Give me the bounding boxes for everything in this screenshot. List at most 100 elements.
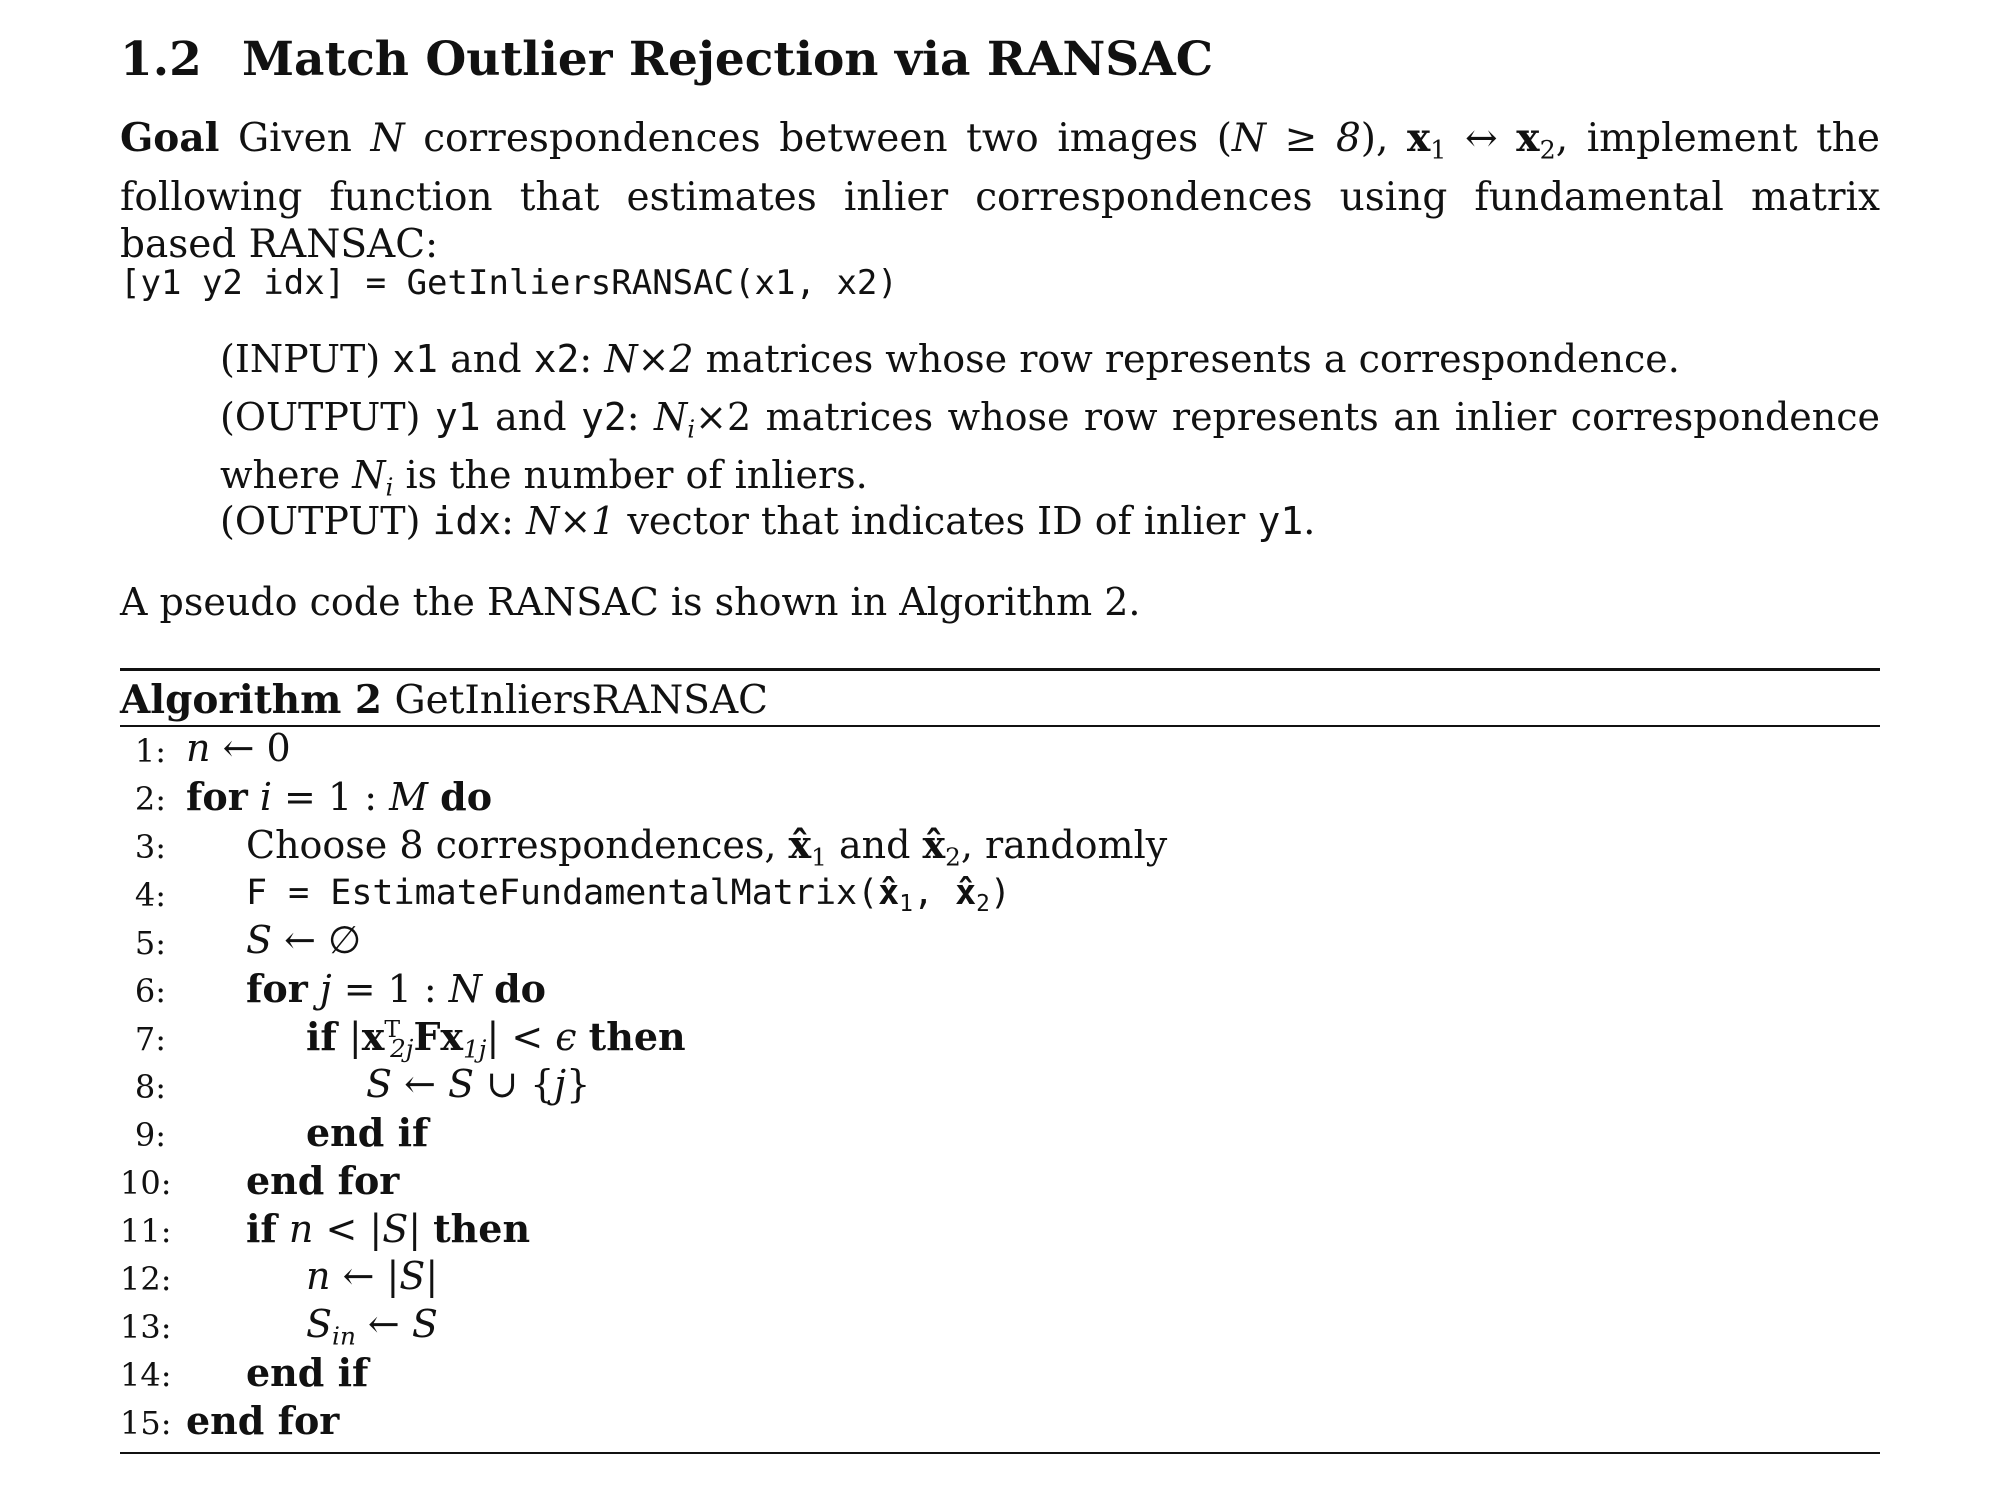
param-text: is the number of inliers.: [393, 453, 868, 498]
math-set: S: [366, 1062, 393, 1106]
math-text: |: [408, 1207, 434, 1251]
param-prefix: (OUTPUT): [220, 395, 435, 439]
line-number: 11:: [120, 1212, 172, 1250]
math-set: S: [448, 1062, 475, 1106]
line-number: 12:: [120, 1260, 172, 1298]
line-content: S ← ∅: [246, 918, 361, 962]
keyword: for: [186, 774, 248, 819]
line-number: 13:: [120, 1308, 172, 1346]
math-set: S: [411, 1302, 438, 1346]
math-var: M: [389, 775, 429, 819]
keyword: do: [494, 966, 547, 1011]
section-number: 1.2: [120, 32, 202, 87]
param-text: vector that indicates ID of inlier: [615, 499, 1258, 543]
keyword: for: [246, 966, 308, 1011]
math-var: N: [370, 116, 405, 161]
math-set: S: [382, 1207, 409, 1251]
line-number: 4:: [134, 876, 166, 914]
math-dims: N×1: [526, 499, 616, 543]
math-subscript: 2: [945, 842, 961, 872]
algorithm-name: GetInliersRANSAC: [394, 678, 768, 723]
code-var: y2: [580, 395, 627, 439]
line-content: Sin ← S: [306, 1302, 438, 1350]
section-title: Match Outlier Rejection via RANSAC: [242, 32, 1214, 87]
math-subscript: in: [332, 1321, 356, 1351]
param-text: matrices whose row represents a correspo…: [693, 337, 1680, 381]
line-content: if |xT2jFx1j| < ϵ then: [306, 1014, 686, 1063]
param-text: :: [579, 337, 605, 381]
code-text: ,: [912, 873, 956, 913]
math-text: ∪ {: [474, 1062, 555, 1106]
line-number: 1:: [134, 732, 166, 770]
line-content: Choose 8 correspondences, x̂1 and x̂2, r…: [246, 822, 1167, 871]
code-text: ): [989, 873, 1011, 913]
math-condition: N ≥ 8: [1231, 116, 1361, 161]
math-text: | <: [486, 1015, 556, 1059]
math-set: S: [399, 1254, 426, 1298]
math-vector: x̂: [878, 873, 900, 913]
math-var: j: [319, 967, 332, 1011]
math-text: |: [425, 1254, 439, 1298]
keyword: end if: [246, 1350, 369, 1395]
math-text: < |: [313, 1207, 383, 1251]
line-content: n ← 0: [186, 726, 291, 770]
section-heading: 1.2 Match Outlier Rejection via RANSAC: [120, 32, 1213, 87]
math-subscript: 2: [1539, 134, 1556, 165]
line-number: 3:: [134, 828, 166, 866]
param-output-idx: (OUTPUT) idx: N×1 vector that indicates …: [220, 498, 1880, 545]
math-vector: x: [361, 1014, 385, 1059]
algorithm-reference: A pseudo code the RANSAC is shown in Alg…: [120, 580, 1141, 624]
math-subscript: i: [687, 414, 696, 444]
math-var: n: [186, 726, 211, 770]
goal-label: Goal: [120, 115, 220, 161]
math-text: |: [336, 1015, 362, 1059]
line-number: 2:: [134, 780, 166, 818]
math-subscript: 1j: [463, 1034, 487, 1064]
param-prefix: (INPUT): [220, 337, 393, 381]
code-var: y1: [434, 395, 481, 439]
algorithm-bottom-rule: [120, 1452, 1880, 1454]
param-text: :: [501, 499, 527, 543]
line-content: if n < |S| then: [246, 1206, 530, 1251]
math-text: ←: [355, 1302, 412, 1346]
keyword: end if: [306, 1110, 429, 1155]
line-text: and: [826, 823, 923, 867]
keyword: then: [588, 1014, 686, 1059]
function-signature: [y1 y2 idx] = GetInliersRANSAC(x1, x2): [120, 263, 898, 303]
line-number: 5:: [134, 924, 166, 962]
math-var: j: [554, 1062, 567, 1106]
math-text: ← ∅: [272, 918, 362, 962]
math-var: N: [448, 967, 482, 1011]
math-var: ϵ: [555, 1015, 577, 1059]
math-subscript: 1: [811, 842, 827, 872]
keyword: do: [440, 774, 493, 819]
algorithm-mid-rule: [120, 725, 1880, 727]
math-var: i: [259, 775, 272, 819]
algorithm-caption: Algorithm 2 GetInliersRANSAC: [120, 677, 768, 723]
math-set: S: [246, 918, 273, 962]
code-var: idx: [432, 499, 502, 543]
goal-text: Given: [219, 116, 371, 161]
math-var: n: [288, 1207, 314, 1251]
math-text: = 1 :: [271, 775, 390, 819]
param-prefix: (OUTPUT): [220, 499, 433, 543]
math-vector: x: [1516, 115, 1540, 161]
line-content: for j = 1 : N do: [246, 966, 546, 1011]
keyword: end for: [186, 1398, 340, 1443]
math-matrix: F: [413, 1014, 441, 1059]
math-subscript: 1: [899, 890, 913, 917]
math-vector: x: [1407, 115, 1431, 161]
goal-text: ),: [1360, 116, 1407, 161]
param-text: and: [480, 395, 581, 439]
keyword: if: [306, 1014, 337, 1059]
math-subscript: 2: [976, 890, 990, 917]
keyword: end for: [246, 1158, 400, 1203]
math-vector: x̂: [788, 822, 812, 867]
math-dims: N×2: [604, 337, 694, 381]
math-set: S: [306, 1302, 333, 1346]
goal-paragraph: Goal Given N correspondences between two…: [120, 115, 1880, 268]
math-var: N: [654, 395, 688, 439]
keyword: then: [433, 1206, 531, 1251]
param-output-y: (OUTPUT) y1 and y2: Ni×2 matrices whose …: [220, 394, 1880, 511]
math-subscript: 2j: [390, 1034, 414, 1064]
